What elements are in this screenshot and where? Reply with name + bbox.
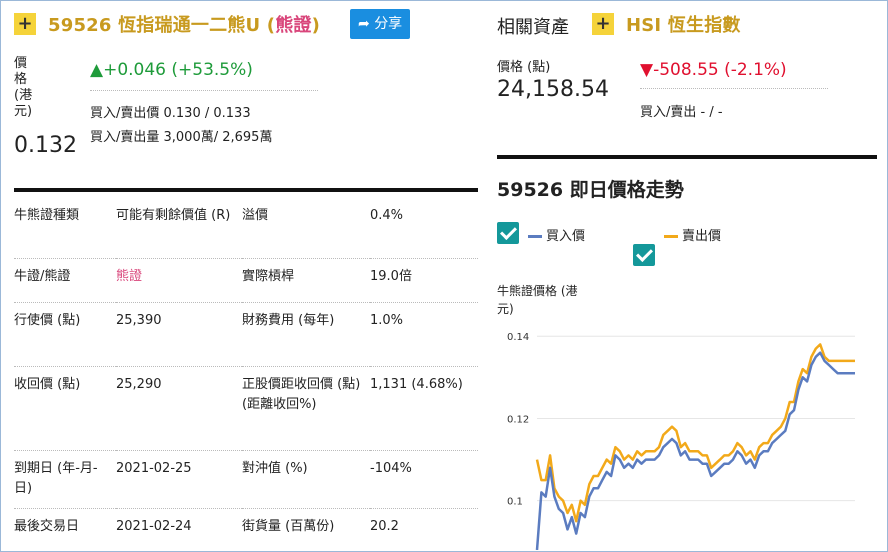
table-row: 到期日 (年-月-日) 2021-02-25 對沖值 (%) -104% bbox=[14, 450, 478, 509]
product-title-suffix: ) bbox=[311, 15, 321, 36]
row-value: 25,290 bbox=[116, 366, 242, 451]
related-price: 24,158.54 bbox=[497, 77, 609, 102]
price-value: 0.132 bbox=[14, 133, 77, 158]
related-bid-ask: 買入/賣出 - / - bbox=[640, 105, 723, 120]
ask-checkbox[interactable] bbox=[633, 244, 655, 266]
row-label: 牛熊證種類 bbox=[14, 198, 116, 259]
row-label: 收回價 (點) bbox=[14, 366, 116, 451]
row-value: 熊證 bbox=[116, 258, 242, 303]
product-type-word: 熊證 bbox=[275, 15, 312, 36]
share-label: 分享 bbox=[374, 16, 403, 32]
row-value: 2021-02-25 bbox=[116, 450, 242, 509]
row-label: 到期日 (年-月-日) bbox=[14, 450, 116, 509]
series-line-賣出價 bbox=[535, 343, 855, 523]
section-divider bbox=[497, 155, 877, 159]
y-tick-label: 0.1 bbox=[507, 497, 523, 508]
bid-legend-label: 買入價 bbox=[546, 229, 586, 244]
price-label: 價格(港元) bbox=[14, 56, 33, 119]
price-change-value: +0.046 (+53.5%) bbox=[103, 60, 253, 80]
price-change: ▲+0.046 (+53.5%) bbox=[90, 60, 253, 80]
row-label: 牛證/熊證 bbox=[14, 258, 116, 303]
product-title: 59526 恆指瑞通一二熊U (熊證) bbox=[48, 11, 320, 37]
divider bbox=[640, 88, 828, 89]
chart-ylabel: 牛熊證價格 (港元) bbox=[497, 284, 578, 316]
bid-ask-price: 買入/賣出價 0.130 / 0.133 bbox=[90, 106, 251, 121]
row-value: 1,131 (4.68%) bbox=[370, 366, 478, 451]
section-divider bbox=[14, 188, 478, 192]
ask-legend: 賣出價 bbox=[664, 225, 721, 244]
row-value: 25,390 bbox=[116, 302, 242, 367]
row-value: -104% bbox=[370, 450, 478, 509]
row-value: 可能有剩餘價值 (R) bbox=[116, 198, 242, 259]
bid-legend: 買入價 bbox=[528, 225, 585, 244]
share-button[interactable]: ➦ 分享 bbox=[350, 9, 411, 39]
product-title-prefix: 59526 恆指瑞通一二熊U ( bbox=[48, 15, 276, 36]
row-value: 1.0% bbox=[370, 302, 478, 367]
related-heading: 相關資產 bbox=[497, 17, 569, 38]
row-label: 最後交易日 bbox=[14, 518, 80, 534]
table-row: 牛證/熊證 熊證 實際槓桿 19.0倍 bbox=[14, 258, 478, 303]
row-label: 財務費用 (每年) bbox=[242, 302, 370, 367]
chart-title: 59526 即日價格走勢 bbox=[497, 179, 684, 201]
row-label: 對沖值 (%) bbox=[242, 450, 370, 509]
row-label: 正股價距收回價 (點) (距離收回%) bbox=[242, 366, 370, 451]
row-label: 溢價 bbox=[242, 198, 370, 259]
bid-checkbox[interactable] bbox=[497, 222, 519, 244]
row-label: 實際槓桿 bbox=[242, 258, 370, 303]
share-icon: ➦ bbox=[358, 16, 370, 32]
related-name[interactable]: HSI 恆生指數 bbox=[626, 11, 741, 37]
add-related-button[interactable]: + bbox=[592, 13, 614, 35]
table-row: 收回價 (點) 25,290 正股價距收回價 (點) (距離收回%) 1,131… bbox=[14, 366, 478, 451]
related-change: ▼-508.55 (-2.1%) bbox=[640, 60, 787, 80]
add-watchlist-button[interactable]: + bbox=[14, 13, 36, 35]
table-row: 行使價 (點) 25,390 財務費用 (每年) 1.0% bbox=[14, 302, 478, 367]
row-label: 街貨量 (百萬份) bbox=[242, 518, 335, 534]
down-arrow-icon: ▼ bbox=[640, 60, 654, 80]
info-table: 牛熊證種類 可能有剩餘價值 (R) 溢價 0.4% 牛證/熊證 熊證 實際槓桿 … bbox=[14, 198, 478, 548]
row-value: 20.2 bbox=[370, 518, 399, 534]
price-chart: 0.14 0.12 0.1 bbox=[507, 332, 855, 550]
y-tick-label: 0.12 bbox=[507, 414, 529, 425]
related-change-value: -508.55 (-2.1%) bbox=[653, 60, 787, 80]
row-value: 19.0倍 bbox=[370, 258, 478, 303]
y-tick-label: 0.14 bbox=[507, 332, 529, 343]
up-arrow-icon: ▲ bbox=[90, 60, 104, 80]
row-label: 行使價 (點) bbox=[14, 302, 116, 367]
table-row: 最後交易日 2021-02-24 街貨量 (百萬份) 20.2 bbox=[14, 508, 478, 548]
bid-line-swatch bbox=[528, 235, 542, 238]
related-price-label: 價格 (點) bbox=[497, 60, 551, 75]
ask-line-swatch bbox=[664, 235, 678, 238]
divider bbox=[90, 90, 318, 91]
table-row: 牛熊證種類 可能有剩餘價值 (R) 溢價 0.4% bbox=[14, 198, 478, 259]
ask-legend-label: 賣出價 bbox=[682, 229, 722, 244]
row-value: 2021-02-24 bbox=[116, 518, 192, 534]
bid-ask-volume: 買入/賣出量 3,000萬/ 2,695萬 bbox=[90, 130, 273, 145]
row-value: 0.4% bbox=[370, 198, 478, 259]
